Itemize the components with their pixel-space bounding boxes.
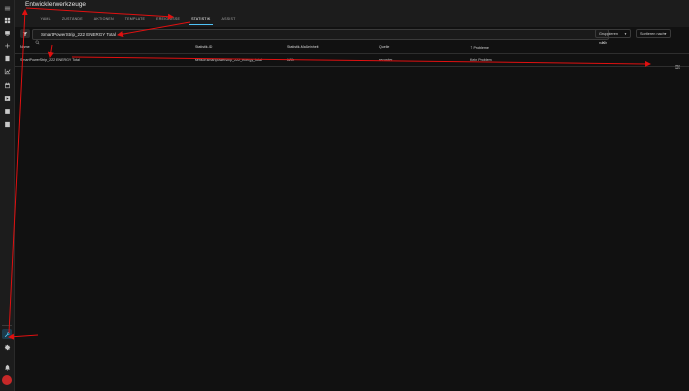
developer-tools-icon[interactable] bbox=[2, 329, 12, 339]
chevron-down-icon: ▼ bbox=[664, 32, 667, 36]
tab-actions[interactable]: AKTIONEN bbox=[88, 15, 119, 27]
sidebar bbox=[0, 0, 15, 391]
table-header: Name Statistik-ID Statistik-Maßeinheit Q… bbox=[15, 42, 689, 54]
chevron-down-icon: ▼ bbox=[624, 32, 627, 36]
search-input[interactable]: SmartPowerStrip_222 ENERGY Total bbox=[32, 29, 609, 44]
column-header-statistic-id[interactable]: Statistik-ID bbox=[195, 45, 212, 49]
sort-by-dropdown[interactable]: Sortieren nach ▼ bbox=[636, 29, 671, 38]
cell-unit: kWh bbox=[287, 57, 295, 62]
group-by-dropdown[interactable]: Gruppieren nach ▼ bbox=[595, 29, 631, 45]
column-header-source[interactable]: Quelle bbox=[379, 45, 389, 49]
user-avatar[interactable] bbox=[2, 375, 12, 385]
tab-assist[interactable]: ASSIST bbox=[216, 15, 241, 27]
statistics-table: Name Statistik-ID Statistik-Maßeinheit Q… bbox=[15, 42, 689, 69]
logbook-icon[interactable] bbox=[2, 53, 12, 63]
filter-button[interactable] bbox=[20, 29, 30, 38]
sort-arrow-icon: ↑ bbox=[470, 45, 473, 51]
energy-icon[interactable] bbox=[2, 28, 12, 38]
tab-bar: YAML ZUSTÄNDE AKTIONEN TEMPLATE EREIGNIS… bbox=[35, 15, 241, 27]
filter-icon bbox=[22, 31, 28, 36]
page-title: Entwicklerwerkzeuge bbox=[25, 1, 87, 8]
table-row[interactable]: SmartPowerStrip_222 ENERGY Total sensor.… bbox=[15, 54, 689, 69]
tab-template[interactable]: TEMPLATE bbox=[119, 15, 150, 27]
menu-icon[interactable] bbox=[2, 3, 12, 13]
history-icon[interactable] bbox=[2, 119, 12, 129]
cell-name: SmartPowerStrip_222 ENERGY Total bbox=[20, 57, 80, 62]
cell-issues: Kein Problem bbox=[470, 57, 492, 62]
filter-bar: SmartPowerStrip_222 ENERGY Total Gruppie… bbox=[15, 27, 689, 45]
column-header-issues-label: Probleme bbox=[473, 46, 489, 50]
media-icon[interactable] bbox=[2, 93, 12, 103]
top-app-bar: Entwicklerwerkzeuge YAML ZUSTÄNDE AKTION… bbox=[15, 0, 689, 27]
todo-icon[interactable] bbox=[2, 106, 12, 116]
column-header-unit[interactable]: Statistik-Maßeinheit bbox=[287, 45, 319, 49]
settings-icon[interactable] bbox=[2, 342, 12, 352]
cell-statistic-id: sensor.smartpowerstrip_222_energy_total bbox=[195, 57, 262, 62]
tab-events[interactable]: EREIGNISSE bbox=[151, 15, 186, 27]
history-icon[interactable] bbox=[2, 66, 12, 76]
sort-by-label: Sortieren nach bbox=[640, 32, 665, 36]
cell-source: recorder bbox=[379, 57, 393, 62]
sidebar-divider bbox=[2, 325, 12, 326]
notifications-icon[interactable] bbox=[2, 362, 12, 372]
column-header-issues[interactable]: ↑ Probleme bbox=[470, 45, 489, 51]
search-icon bbox=[35, 32, 40, 44]
calendar-icon[interactable] bbox=[2, 80, 12, 90]
tab-yaml[interactable]: YAML bbox=[35, 15, 56, 27]
search-value: SmartPowerStrip_222 ENERGY Total bbox=[41, 31, 116, 37]
tab-statistics[interactable]: STATISTIK bbox=[186, 15, 216, 27]
adjust-sum-icon[interactable] bbox=[674, 57, 681, 69]
tab-states[interactable]: ZUSTÄNDE bbox=[56, 15, 88, 27]
map-icon[interactable] bbox=[2, 41, 12, 51]
overview-icon[interactable] bbox=[2, 15, 12, 25]
column-header-name[interactable]: Name bbox=[20, 45, 30, 49]
